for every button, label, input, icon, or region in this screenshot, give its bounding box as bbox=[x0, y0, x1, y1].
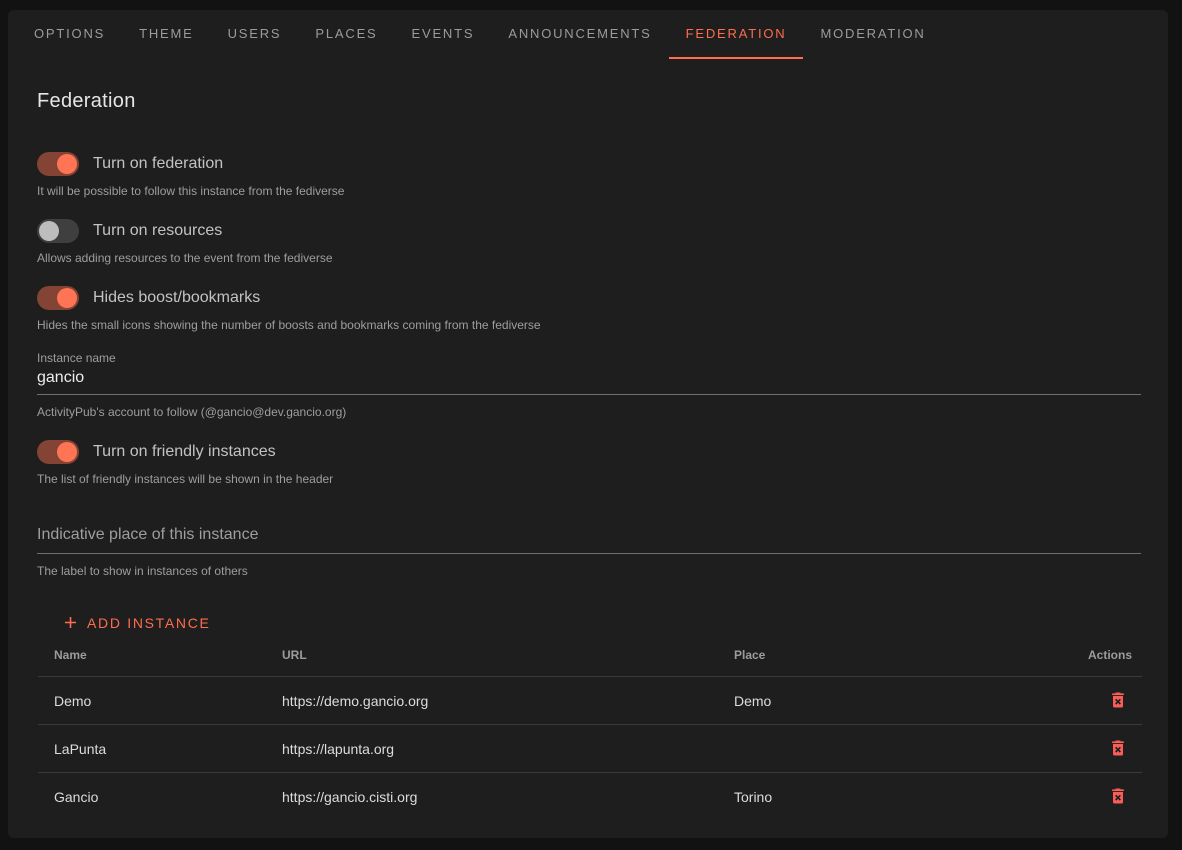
resources-toggle-hint: Allows adding resources to the event fro… bbox=[37, 250, 1139, 266]
header-place: Place bbox=[718, 648, 1048, 677]
boost-bookmarks-toggle-hint: Hides the small icons showing the number… bbox=[37, 317, 1139, 333]
plus-icon bbox=[61, 613, 80, 632]
admin-tabbar: OPTIONS THEME USERS PLACES EVENTS ANNOUN… bbox=[8, 10, 1168, 59]
delete-forever-icon bbox=[1108, 690, 1128, 710]
page-title: Federation bbox=[37, 90, 1139, 113]
instance-name-hint: ActivityPub's account to follow (@gancio… bbox=[37, 404, 1139, 420]
resources-toggle[interactable] bbox=[37, 219, 79, 243]
setting-boost-bookmarks: Hides boost/bookmarks Hides the small ic… bbox=[37, 284, 1139, 333]
table-row: Gancio https://gancio.cisti.org Torino bbox=[38, 773, 1142, 821]
tab-announcements[interactable]: ANNOUNCEMENTS bbox=[491, 10, 668, 59]
boost-bookmarks-toggle[interactable] bbox=[37, 286, 79, 310]
federation-toggle-label: Turn on federation bbox=[93, 155, 223, 173]
friendly-instances-toggle-label: Turn on friendly instances bbox=[93, 443, 276, 461]
federation-toggle[interactable] bbox=[37, 152, 79, 176]
admin-panel: OPTIONS THEME USERS PLACES EVENTS ANNOUN… bbox=[8, 10, 1168, 838]
delete-instance-button[interactable] bbox=[1106, 688, 1130, 712]
instance-place-field: The label to show in instances of others bbox=[37, 520, 1139, 579]
cell-url: https://lapunta.org bbox=[266, 725, 718, 773]
setting-friendly-instances: Turn on friendly instances The list of f… bbox=[37, 438, 1139, 487]
add-instance-label: ADD INSTANCE bbox=[87, 615, 211, 631]
instance-place-hint: The label to show in instances of others bbox=[37, 563, 1139, 579]
table-row: Demo https://demo.gancio.org Demo bbox=[38, 677, 1142, 725]
delete-forever-icon bbox=[1108, 738, 1128, 758]
tab-events[interactable]: EVENTS bbox=[395, 10, 492, 59]
tab-users[interactable]: USERS bbox=[211, 10, 299, 59]
toggle-thumb bbox=[57, 154, 77, 174]
cell-place: Torino bbox=[718, 773, 1048, 821]
table-header-row: Name URL Place Actions bbox=[38, 648, 1142, 677]
boost-bookmarks-toggle-label: Hides boost/bookmarks bbox=[93, 289, 260, 307]
cell-name: Gancio bbox=[38, 773, 266, 821]
delete-instance-button[interactable] bbox=[1106, 784, 1130, 808]
resources-toggle-label: Turn on resources bbox=[93, 222, 222, 240]
friendly-instances-toggle[interactable] bbox=[37, 440, 79, 464]
federation-content: Federation Turn on federation It will be… bbox=[8, 90, 1168, 821]
instance-name-input[interactable] bbox=[37, 365, 1141, 395]
tab-options[interactable]: OPTIONS bbox=[17, 10, 122, 59]
friendly-instances-toggle-hint: The list of friendly instances will be s… bbox=[37, 471, 1139, 487]
add-instance-button[interactable]: ADD INSTANCE bbox=[55, 605, 217, 640]
delete-instance-button[interactable] bbox=[1106, 736, 1130, 760]
cell-url: https://demo.gancio.org bbox=[266, 677, 718, 725]
table-row: LaPunta https://lapunta.org bbox=[38, 725, 1142, 773]
header-actions: Actions bbox=[1048, 648, 1142, 677]
tab-theme[interactable]: THEME bbox=[122, 10, 211, 59]
instance-name-label: Instance name bbox=[37, 351, 1139, 365]
setting-federation: Turn on federation It will be possible t… bbox=[37, 150, 1139, 199]
cell-name: LaPunta bbox=[38, 725, 266, 773]
instance-name-field: Instance name ActivityPub's account to f… bbox=[37, 351, 1139, 420]
cell-name: Demo bbox=[38, 677, 266, 725]
toggle-thumb bbox=[57, 442, 77, 462]
delete-forever-icon bbox=[1108, 786, 1128, 806]
cell-place: Demo bbox=[718, 677, 1048, 725]
tab-places[interactable]: PLACES bbox=[298, 10, 394, 59]
instances-table: Name URL Place Actions Demo https://demo… bbox=[38, 648, 1142, 821]
federation-toggle-hint: It will be possible to follow this insta… bbox=[37, 183, 1139, 199]
header-name: Name bbox=[38, 648, 266, 677]
toggle-thumb bbox=[57, 288, 77, 308]
header-url: URL bbox=[266, 648, 718, 677]
instance-place-input[interactable] bbox=[37, 520, 1141, 554]
setting-resources: Turn on resources Allows adding resource… bbox=[37, 217, 1139, 266]
cell-url: https://gancio.cisti.org bbox=[266, 773, 718, 821]
tab-federation[interactable]: FEDERATION bbox=[669, 10, 804, 59]
cell-place bbox=[718, 725, 1048, 773]
tab-moderation[interactable]: MODERATION bbox=[803, 10, 942, 59]
toggle-thumb bbox=[39, 221, 59, 241]
